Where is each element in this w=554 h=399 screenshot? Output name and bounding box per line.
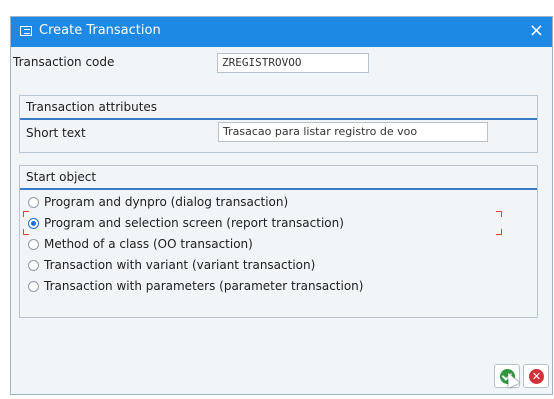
transaction-attributes-group: Transaction attributes Short text Trasac…: [19, 95, 538, 153]
option-label: Program and selection screen (report tra…: [44, 216, 344, 230]
radio-oo-transaction[interactable]: [28, 239, 39, 250]
short-text-label: Short text: [26, 126, 86, 140]
title-bar[interactable]: Create Transaction ×: [11, 17, 552, 47]
focus-corner: [496, 229, 502, 235]
transaction-attributes-title: Transaction attributes: [26, 100, 158, 114]
close-icon[interactable]: ×: [529, 21, 544, 41]
start-object-header: Start object: [20, 166, 537, 190]
radio-dialog-transaction[interactable]: [28, 197, 39, 208]
focus-corner: [496, 211, 502, 217]
cancel-icon: ✕: [529, 369, 544, 384]
cancel-button[interactable]: ✕: [523, 364, 549, 388]
radio-parameter-transaction[interactable]: [28, 281, 39, 292]
radio-variant-transaction[interactable]: [28, 260, 39, 271]
transaction-code-input[interactable]: ZREGISTROVOO: [217, 53, 369, 73]
option-label: Method of a class (OO transaction): [44, 237, 253, 251]
radio-report-transaction[interactable]: [28, 218, 39, 229]
option-label: Transaction with variant (variant transa…: [44, 258, 316, 272]
short-text-input[interactable]: Trasacao para listar registro de voo: [218, 122, 488, 142]
option-label: Transaction with parameters (parameter t…: [44, 279, 364, 293]
start-object-title: Start object: [26, 170, 97, 184]
transaction-code-label: Transaction code: [13, 55, 115, 69]
option-label: Program and dynpro (dialog transaction): [44, 195, 289, 209]
focus-corner: [23, 229, 29, 235]
dialog-title: Create Transaction: [39, 23, 161, 38]
transaction-icon: [20, 26, 32, 36]
transaction-attributes-header: Transaction attributes: [20, 96, 537, 120]
start-object-group: Start object Program and dynpro (dialog …: [19, 165, 538, 318]
focus-corner: [23, 211, 29, 217]
create-transaction-dialog: Create Transaction × Transaction code ZR…: [10, 16, 553, 395]
